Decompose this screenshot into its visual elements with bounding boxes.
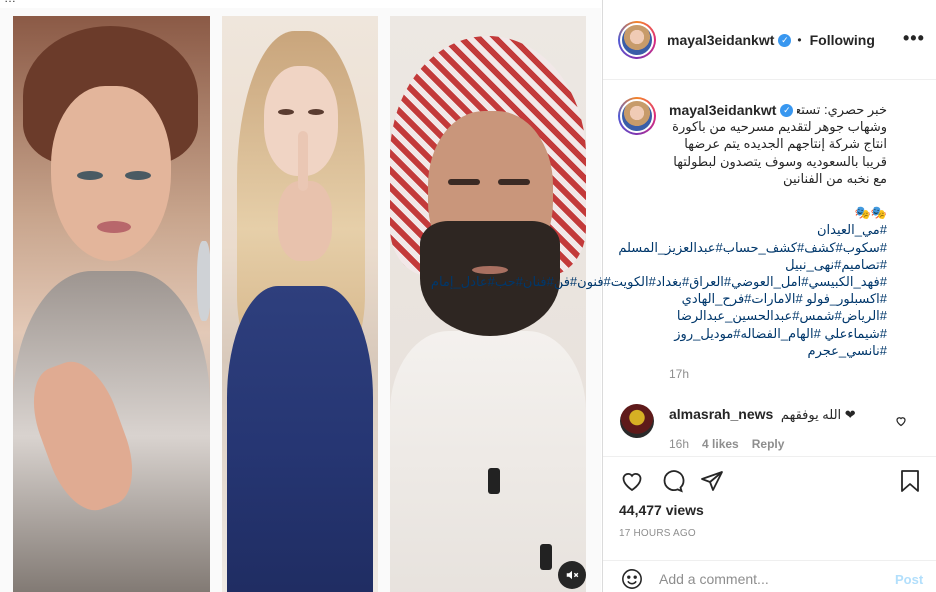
comment-reply-button[interactable]: Reply (752, 437, 785, 451)
top-strip: … (0, 0, 601, 8)
caption-time[interactable]: 17h (669, 367, 689, 381)
post-header: mayal3eidankwt ✓ • Following ••• (603, 0, 936, 80)
share-paper-plane-icon[interactable] (699, 469, 725, 498)
commenter-username[interactable]: almasrah_news (669, 406, 773, 422)
comment-item: almasrah_news الله يوفقهم ❤ 16h 4 likes … (603, 396, 936, 460)
comment-time: 16h (669, 437, 690, 451)
media-panel-man-ghutra (390, 16, 586, 592)
add-comment-bar: Post (603, 560, 936, 592)
comment-bubble-icon[interactable] (659, 469, 685, 498)
posted-time[interactable]: 17 HOURS AGO (619, 528, 696, 539)
like-heart-icon[interactable] (619, 469, 645, 498)
media-panel-woman-shush (222, 16, 378, 592)
post-actions-bar (603, 456, 936, 506)
post-comment-button[interactable]: Post (895, 572, 923, 587)
caption-text: خبر حصري: تستعد الفنانه الهام الفضاله وش… (431, 101, 887, 359)
post-media[interactable]: … (0, 0, 601, 592)
comment-likes[interactable]: 4 likes (702, 437, 739, 451)
caption-verified-badge-icon: ✓ (780, 103, 794, 117)
volume-mute-icon[interactable] (558, 561, 586, 589)
commenter-avatar[interactable] (620, 404, 654, 438)
comment-like-heart-icon[interactable] (895, 414, 907, 432)
caption-username[interactable]: mayal3eidankwt (669, 102, 776, 118)
header-separator: • (797, 33, 802, 47)
emoji-smiley-icon[interactable] (621, 568, 643, 592)
author-username[interactable]: mayal3eidankwt (667, 32, 774, 48)
top-strip-text: … (4, 0, 16, 5)
following-button[interactable]: Following (810, 32, 875, 48)
save-bookmark-icon[interactable] (899, 469, 921, 498)
comment-text: الله يوفقهم ❤ (780, 407, 856, 422)
post-side-pane: mayal3eidankwt ✓ • Following ••• خبر حصر… (431, 0, 936, 592)
author-avatar[interactable] (618, 21, 656, 59)
caption-hashtags[interactable]: #مي_العيدان #سكوب#كشف#كشف_حساب#عبدالعزيز… (431, 221, 887, 359)
views-count[interactable]: 44,477 views (619, 502, 704, 518)
media-panel-woman-fur (13, 16, 210, 592)
more-options-icon[interactable]: ••• (903, 28, 925, 49)
caption-emoji: 🎭🎭 (854, 205, 887, 221)
verified-badge-icon: ✓ (778, 33, 792, 47)
caption-avatar[interactable] (618, 97, 656, 135)
add-comment-input[interactable] (659, 571, 879, 587)
